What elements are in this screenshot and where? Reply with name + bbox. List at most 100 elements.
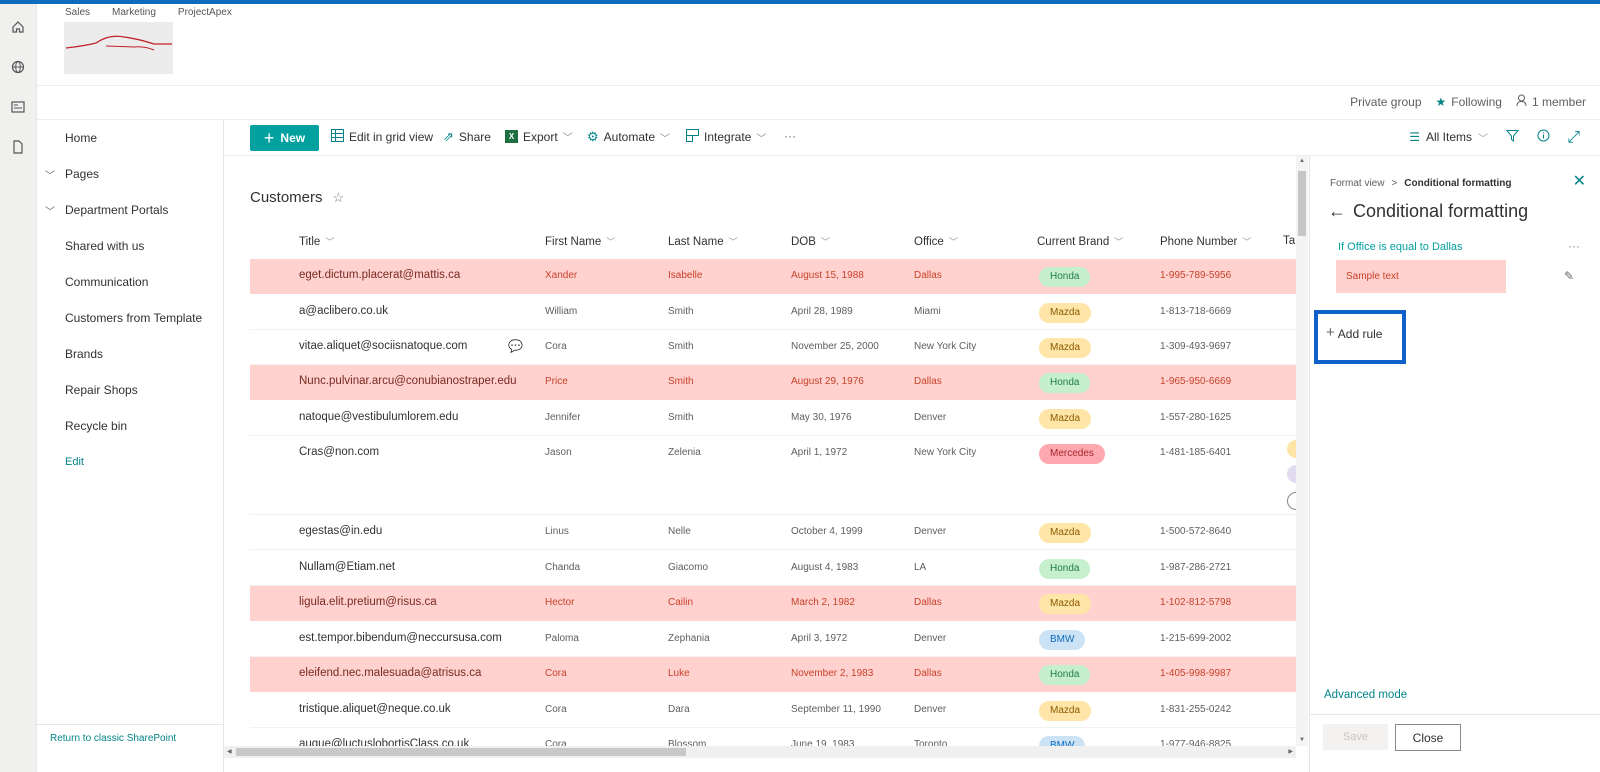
edit-style-icon[interactable]: ✎: [1564, 269, 1574, 283]
chevron-down-icon: ﹀: [728, 237, 738, 247]
new-button[interactable]: + New: [250, 125, 319, 151]
cell-title[interactable]: Cras@non.com: [299, 446, 379, 458]
edit-grid-button[interactable]: Edit in grid view: [331, 129, 433, 145]
column-label: Last Name: [668, 235, 724, 248]
vertical-scrollbar[interactable]: ▲ ▼: [1296, 156, 1308, 746]
save-button[interactable]: Save: [1323, 724, 1388, 750]
chevron-down-icon: ﹀: [1478, 133, 1488, 145]
advanced-mode-link[interactable]: Advanced mode: [1324, 689, 1407, 701]
automate-button[interactable]: ⚙ Automate ﹀: [587, 129, 670, 145]
nav-item-customers-from-template[interactable]: Customers from Template: [37, 308, 224, 328]
integrate-button[interactable]: Integrate ﹀: [686, 129, 766, 145]
cell-dob: October 4, 1999: [791, 526, 863, 537]
cell-title[interactable]: eget.dictum.placerat@mattis.ca: [299, 269, 460, 281]
cell-phone: 1-481-185-6401: [1160, 447, 1232, 458]
table-row[interactable]: tristique.aliquet@neque.co.uk Cora Dara Sep…: [250, 693, 1296, 728]
cell-first: Cora: [545, 739, 567, 746]
column-header-title[interactable]: Title ﹀: [299, 235, 334, 248]
chevron-down-icon[interactable]: ﹀: [45, 203, 55, 218]
scroll-left-icon[interactable]: ◀: [227, 748, 232, 755]
nav-item-recycle-bin[interactable]: Recycle bin: [37, 416, 224, 436]
column-header-dob[interactable]: DOB ﹀: [791, 235, 830, 248]
cell-last: Giacomo: [668, 562, 709, 573]
cell-title[interactable]: vitae.aliquet@sociisnatoque.com: [299, 340, 467, 352]
nav-label: Customers from Template: [65, 311, 203, 325]
column-header-first-name[interactable]: First Name ﹀: [545, 235, 615, 248]
members-button[interactable]: 1 member: [1516, 94, 1586, 109]
back-arrow-icon[interactable]: ←: [1328, 201, 1346, 222]
return-to-classic-link[interactable]: Return to classic SharePoint: [37, 724, 224, 772]
globe-icon[interactable]: [9, 58, 27, 76]
table-row[interactable]: ligula.elit.pretium@risus.ca Hector Cailin…: [250, 586, 1296, 621]
column-header-current-brand[interactable]: Current Brand ﹀: [1037, 235, 1123, 248]
share-button[interactable]: ⇗ Share: [443, 129, 491, 145]
cell-title[interactable]: est.tempor.bibendum@neccursusa.com: [299, 632, 502, 644]
column-header-tags[interactable]: Ta: [1283, 235, 1295, 247]
filter-icon[interactable]: [1505, 129, 1520, 145]
view-selector[interactable]: ☰ All Items ﹀: [1409, 130, 1488, 145]
more-button[interactable]: ···: [784, 129, 796, 143]
cell-title[interactable]: egestas@in.edu: [299, 525, 382, 537]
scrollbar-thumb[interactable]: [1298, 171, 1306, 236]
nav-item-home[interactable]: Home: [37, 128, 224, 148]
cell-title[interactable]: natoque@vestibulumlorem.edu: [299, 411, 458, 423]
scroll-down-icon[interactable]: ▼: [1299, 737, 1305, 743]
horizontal-scrollbar[interactable]: ◀ ▶: [224, 746, 1296, 758]
cell-title[interactable]: tristique.aliquet@neque.co.uk: [299, 703, 451, 715]
rule-condition-link[interactable]: If Office is equal to Dallas: [1338, 241, 1463, 253]
comment-icon[interactable]: 💬: [508, 339, 523, 353]
table-row[interactable]: eleifend.nec.malesuada@atrisus.ca Cora Luk…: [250, 657, 1296, 692]
nav-item-shared-with-us[interactable]: Shared with us: [37, 236, 224, 256]
chevron-down-icon[interactable]: ﹀: [45, 167, 55, 182]
table-row[interactable]: a@aclibero.co.uk William Smith April 28, 19…: [250, 295, 1296, 330]
site-logo[interactable]: [64, 22, 173, 74]
table-row[interactable]: egestas@in.edu Linus Nelle October 4, 1999 D…: [250, 515, 1296, 550]
favorite-star-icon[interactable]: ☆: [333, 190, 345, 206]
nav-edit-link[interactable]: Edit: [37, 452, 224, 472]
table-row[interactable]: vitae.aliquet@sociisnatoque.com Cora Smith…: [250, 330, 1296, 365]
info-icon[interactable]: [1537, 129, 1550, 145]
nav-item-brands[interactable]: Brands: [37, 344, 224, 364]
nav-item-pages[interactable]: ﹀ Pages: [37, 164, 224, 184]
hub-link[interactable]: Marketing: [112, 7, 156, 18]
column-header-office[interactable]: Office ﹀: [914, 235, 958, 248]
document-icon[interactable]: [9, 138, 27, 156]
table-row[interactable]: est.tempor.bibendum@neccursusa.com Paloma…: [250, 622, 1296, 657]
add-rule-button[interactable]: + Add rule: [1314, 310, 1406, 364]
follow-button[interactable]: ★ Following: [1436, 95, 1502, 109]
expand-icon[interactable]: ⤢: [1567, 129, 1580, 147]
table-row[interactable]: eget.dictum.placerat@mattis.ca Xander Isab…: [250, 259, 1296, 294]
cell-title[interactable]: augue@luctuslobortisClass.co.uk: [299, 738, 469, 746]
nav-item-repair-shops[interactable]: Repair Shops: [37, 380, 224, 400]
close-button[interactable]: Close: [1395, 724, 1461, 751]
table-row[interactable]: Nunc.pulvinar.arcu@conubianostraper.edu P…: [250, 365, 1296, 400]
breadcrumb-parent[interactable]: Format view: [1330, 178, 1384, 189]
scroll-right-icon[interactable]: ▶: [1288, 748, 1293, 755]
close-icon[interactable]: ✕: [1573, 171, 1586, 191]
scroll-up-icon[interactable]: ▲: [1299, 158, 1305, 164]
cell-dob: April 3, 1972: [791, 633, 848, 644]
panel-footer: Save Close: [1310, 714, 1600, 772]
table-row[interactable]: Cras@non.com Jason Zelenia April 1, 1972 New…: [250, 436, 1296, 515]
cell-title[interactable]: a@aclibero.co.uk: [299, 305, 388, 317]
export-button[interactable]: X Export ﹀: [505, 129, 573, 144]
column-header-last-name[interactable]: Last Name ﹀: [668, 235, 738, 248]
rule-more-button[interactable]: ···: [1568, 239, 1580, 253]
cell-phone: 1-405-998-9987: [1160, 668, 1232, 679]
table-row[interactable]: natoque@vestibulumlorem.edu Jennifer Smith…: [250, 401, 1296, 436]
hub-link[interactable]: Sales: [65, 7, 90, 18]
cell-title[interactable]: Nunc.pulvinar.arcu@conubianostraper.edu: [299, 375, 517, 387]
table-row[interactable]: augue@luctuslobortisClass.co.uk Cora Bloss…: [250, 728, 1296, 746]
nav-item-communication[interactable]: Communication: [37, 272, 224, 292]
cell-title[interactable]: ligula.elit.pretium@risus.ca: [299, 596, 437, 608]
column-header-phone-number[interactable]: Phone Number ﹀: [1160, 235, 1251, 248]
cell-title[interactable]: Nullam@Etiam.net: [299, 561, 395, 573]
brand-pill: Mazda: [1039, 701, 1092, 721]
scrollbar-thumb[interactable]: [236, 748, 686, 756]
cell-title[interactable]: eleifend.nec.malesuada@atrisus.ca: [299, 667, 481, 679]
nav-item-department-portals[interactable]: ﹀ Department Portals: [37, 200, 224, 220]
table-row[interactable]: Nullam@Etiam.net Chanda Giacomo August 4, 1…: [250, 551, 1296, 586]
home-icon[interactable]: [9, 18, 27, 36]
hub-link[interactable]: ProjectApex: [178, 7, 232, 18]
news-icon[interactable]: [9, 98, 27, 116]
